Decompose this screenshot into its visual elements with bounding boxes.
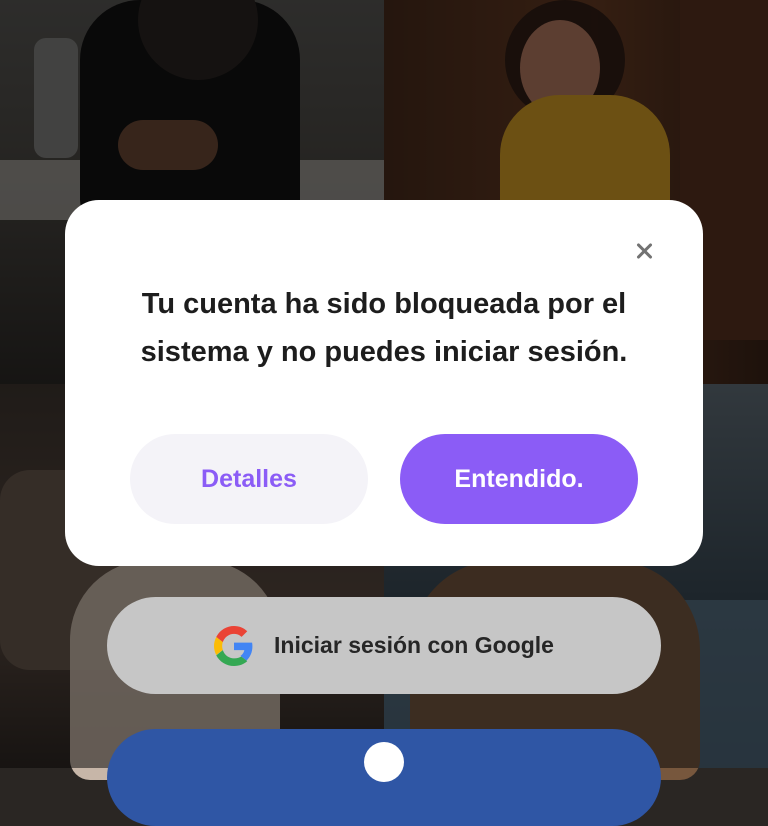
understood-button[interactable]: Entendido. — [400, 434, 638, 524]
facebook-icon — [364, 741, 404, 782]
account-blocked-dialog: Tu cuenta ha sido bloqueada por el siste… — [65, 200, 703, 566]
google-login-button[interactable]: Iniciar sesión con Google — [107, 597, 661, 694]
google-login-label: Iniciar sesión con Google — [274, 632, 554, 658]
dialog-message: Tu cuenta ha sido bloqueada por el siste… — [140, 288, 628, 368]
google-icon — [214, 625, 253, 666]
facebook-login-button[interactable] — [107, 729, 661, 826]
details-button[interactable]: Detalles — [130, 434, 368, 524]
close-icon[interactable] — [631, 238, 657, 264]
